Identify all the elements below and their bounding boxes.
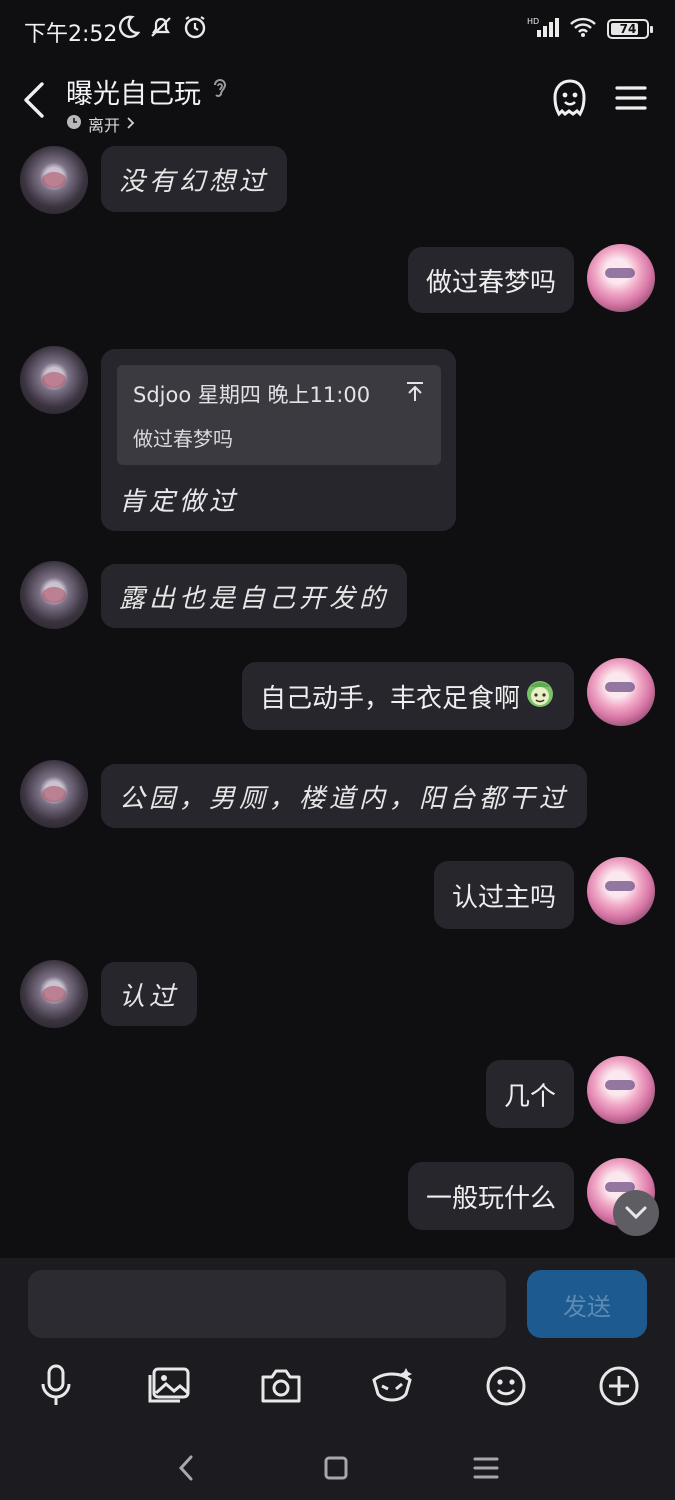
alarm-icon	[182, 14, 208, 44]
avatar[interactable]	[587, 244, 655, 312]
presence-label: 离开	[88, 116, 121, 135]
cabbage-emoji-icon	[524, 677, 556, 716]
avatar[interactable]	[587, 1056, 655, 1124]
status-right: HD 74	[527, 16, 653, 42]
chat-title-text: 曝光自己玩	[66, 79, 201, 110]
jump-to-quote-icon[interactable]	[405, 381, 425, 408]
status-left-icons	[118, 14, 208, 44]
message-bubble[interactable]: 公园，男厕，楼道内，阳台都干过	[101, 764, 588, 828]
quoted-message-bubble[interactable]: Sdjoo 星期四 晚上11:00 做过春梦吗 肯定做过	[101, 349, 456, 531]
message-input[interactable]	[28, 1270, 506, 1338]
message-bubble[interactable]: 认过	[101, 962, 198, 1026]
quoted-message[interactable]: Sdjoo 星期四 晚上11:00 做过春梦吗	[117, 365, 441, 465]
message-bubble[interactable]: 没有幻想过	[101, 146, 288, 212]
avatar[interactable]	[20, 760, 88, 828]
smiley-icon[interactable]	[478, 1358, 534, 1414]
back-button[interactable]	[18, 78, 54, 122]
chevron-right-icon	[126, 115, 136, 134]
presence-status[interactable]: 离开	[66, 112, 136, 136]
chevron-down-icon	[625, 1206, 647, 1220]
ear-icon	[211, 76, 229, 107]
message-bubble[interactable]: 认过主吗	[433, 861, 574, 929]
reply-text: 肯定做过	[119, 487, 240, 517]
avatar[interactable]	[20, 561, 88, 629]
status-time: 下午2:52	[24, 22, 118, 47]
message-bubble[interactable]: 做过春梦吗	[407, 247, 574, 313]
ghost-profile-icon[interactable]	[551, 78, 589, 122]
clock-icon	[66, 114, 82, 134]
emoji-mask-icon[interactable]	[364, 1358, 420, 1414]
avatar[interactable]	[20, 146, 88, 214]
quote-sender: Sdjoo 星期四 晚上11:00	[133, 383, 371, 407]
avatar[interactable]	[20, 960, 88, 1028]
wifi-icon	[569, 16, 597, 42]
avatar[interactable]	[587, 658, 655, 726]
scroll-to-bottom-button[interactable]	[613, 1190, 659, 1236]
avatar[interactable]	[20, 346, 88, 414]
message-bubble[interactable]: 几个	[485, 1060, 574, 1128]
composer-toolbar	[0, 1358, 675, 1418]
message-text: 自己动手，丰衣足食啊	[259, 683, 520, 714]
chevron-left-icon	[24, 82, 44, 118]
bell-muted-icon	[148, 14, 174, 44]
message-bubble[interactable]: 露出也是自己开发的	[101, 564, 408, 628]
avatar[interactable]	[587, 857, 655, 925]
nav-recents-icon[interactable]	[466, 1448, 506, 1488]
message-bubble[interactable]: 一般玩什么	[407, 1162, 574, 1230]
chat-title[interactable]: 曝光自己玩	[66, 72, 229, 111]
composer: 发送	[0, 1258, 675, 1500]
moon-icon	[118, 14, 141, 44]
header-actions	[551, 78, 647, 122]
battery-icon: 74	[607, 19, 653, 39]
microphone-icon[interactable]	[28, 1358, 84, 1414]
quote-text: 做过春梦吗	[133, 427, 233, 451]
signal-icon: HD	[527, 16, 559, 42]
network-type: HD	[527, 17, 539, 26]
message-bubble[interactable]: 自己动手，丰衣足食啊	[241, 662, 574, 730]
battery-level: 74	[619, 22, 637, 36]
send-button[interactable]: 发送	[527, 1270, 647, 1338]
camera-icon[interactable]	[253, 1358, 309, 1414]
plus-icon[interactable]	[591, 1358, 647, 1414]
system-nav-bar	[0, 1438, 675, 1498]
chat-header: 曝光自己玩 离开	[0, 60, 675, 140]
menu-icon[interactable]	[615, 84, 647, 116]
nav-home-icon[interactable]	[316, 1448, 356, 1488]
status-bar: 下午2:52 HD 74	[0, 0, 675, 60]
message-list[interactable]: 没有幻想过 做过春梦吗 Sdjoo 星期四 晚上11:00 做过春梦吗 肯定做过…	[0, 140, 675, 1258]
nav-back-icon[interactable]	[166, 1448, 206, 1488]
image-icon[interactable]	[141, 1358, 197, 1414]
